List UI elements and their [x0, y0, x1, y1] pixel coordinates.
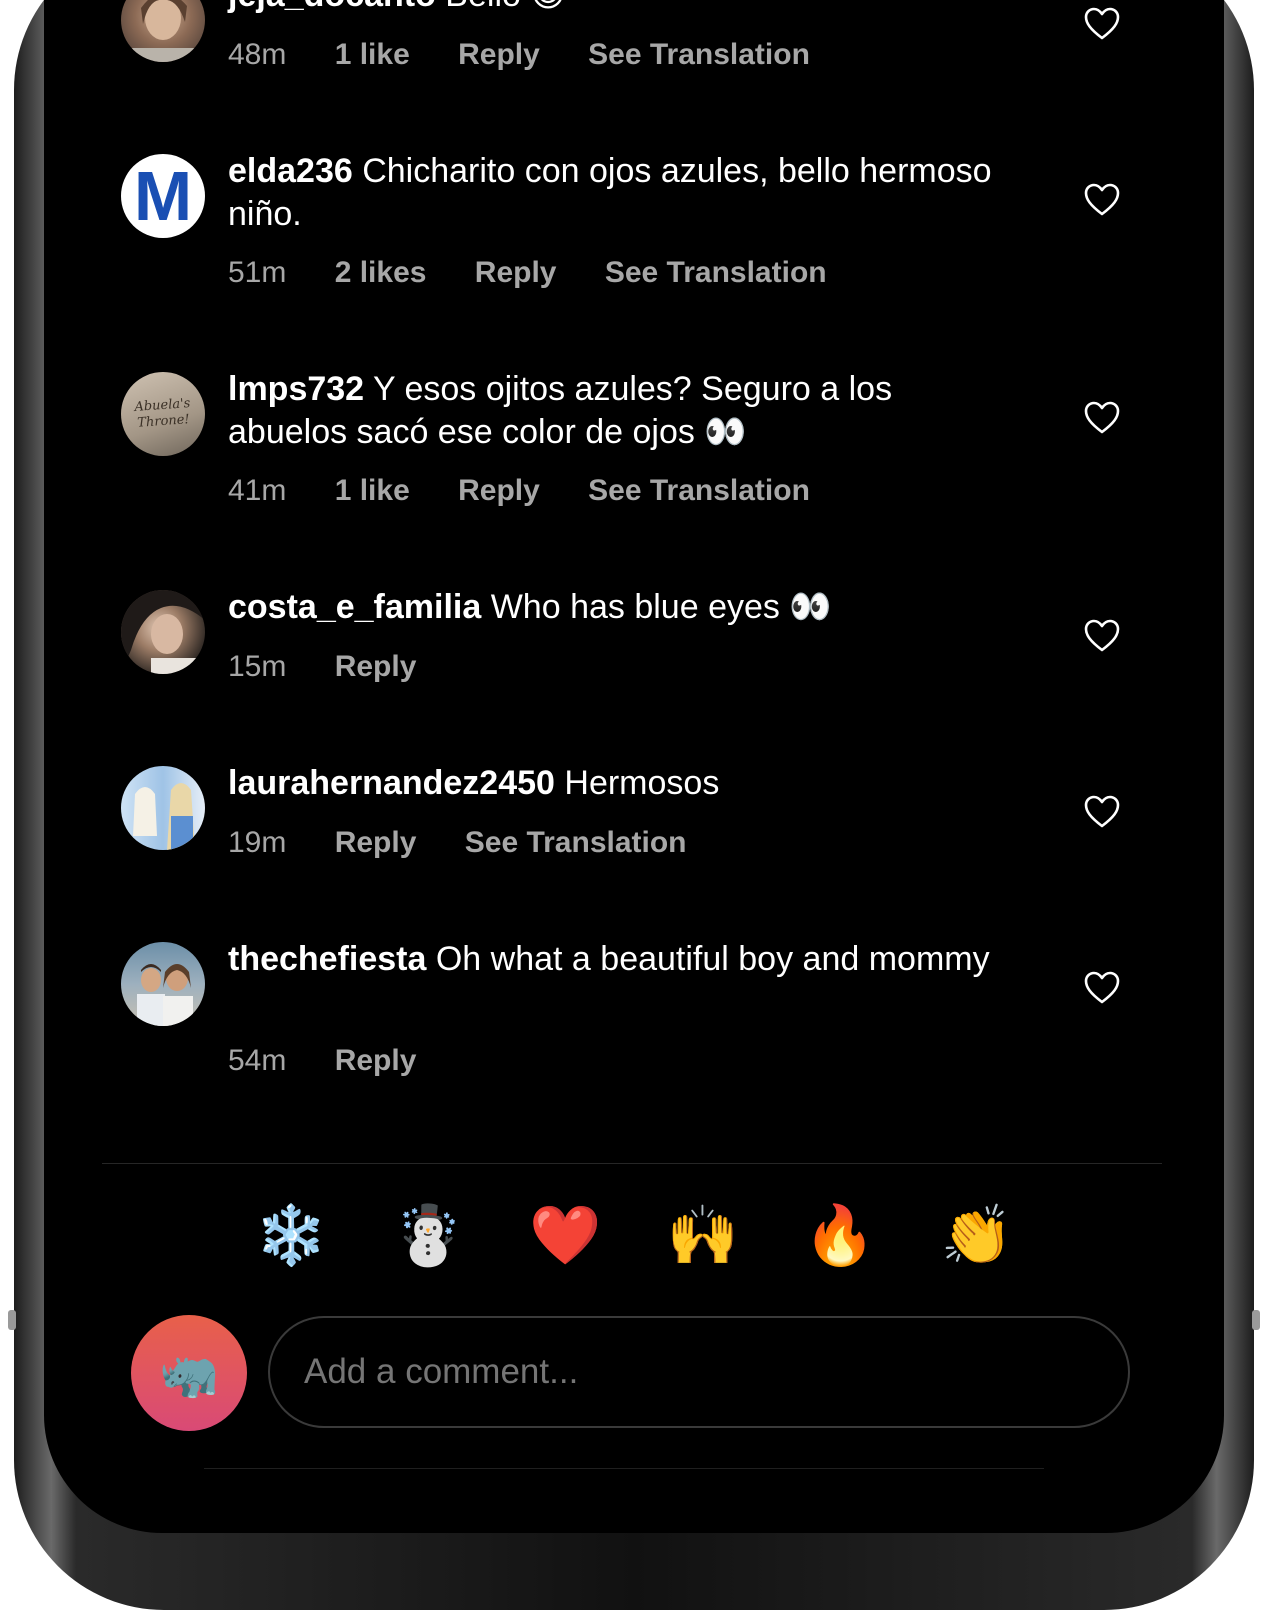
reply-link[interactable]: Reply	[458, 474, 540, 507]
comment-time: 41m	[228, 474, 287, 507]
reply-link[interactable]: Reply	[335, 826, 417, 859]
heart-icon[interactable]	[1084, 795, 1120, 829]
comment-username[interactable]: thechefiesta	[228, 940, 426, 978]
reply-link[interactable]: Reply	[335, 1044, 417, 1077]
heart-icon[interactable]	[1084, 971, 1120, 1005]
comment-text: costa_e_familia Who has blue eyes 👀	[228, 586, 1008, 629]
reaction-clap[interactable]: 👏	[937, 1196, 1017, 1276]
see-translation-link[interactable]: See Translation	[605, 256, 827, 289]
reply-link[interactable]: Reply	[335, 650, 417, 683]
reaction-heart[interactable]: ❤️	[525, 1196, 605, 1276]
my-avatar[interactable]: 🦏	[131, 1315, 247, 1431]
rhino-icon: 🦏	[159, 1347, 219, 1401]
quick-reaction-bar: 😳 ❄️ ☃️ ❤️ 🙌 🔥 👏 😢	[114, 1196, 1154, 1276]
comment-text: elda236 Chicharito con ojos azules, bell…	[228, 150, 1008, 236]
heart-icon[interactable]	[1084, 401, 1120, 435]
comment-username[interactable]: laurahernandez2450	[228, 764, 555, 802]
bottom-edge-line	[204, 1468, 1044, 1469]
comment-input[interactable]	[268, 1316, 1130, 1428]
comment-meta: 41m 1 like Reply See Translation	[228, 474, 850, 508]
see-translation-link[interactable]: See Translation	[588, 38, 810, 71]
comment-meta: 48m 1 like Reply See Translation	[228, 38, 850, 72]
comment-meta: 54m Reply	[228, 1044, 456, 1078]
reaction-snowman[interactable]: ☃️	[388, 1196, 468, 1276]
avatar[interactable]: Abuela's Throne!	[121, 372, 205, 456]
comment-meta: 51m 2 likes Reply See Translation	[228, 256, 867, 290]
avatar-sign: Abuela's Throne!	[133, 396, 191, 431]
comments-screen: jeja_docanto Bello 😍 48m 1 like Reply Se…	[44, 0, 1224, 1533]
avatar-photo	[137, 964, 193, 1026]
comment-username[interactable]: costa_e_familia	[228, 588, 481, 626]
avatar-photo	[121, 590, 205, 674]
comment-text: lmps732 Y esos ojitos azules? Seguro a l…	[228, 368, 1008, 454]
see-translation-link[interactable]: See Translation	[465, 826, 687, 859]
likes-count-link[interactable]: 1 like	[335, 474, 410, 507]
comment-body: Bello	[445, 0, 521, 14]
comment-body: Oh what a beautiful boy and mommy	[435, 940, 990, 978]
reaction-fire[interactable]: 🔥	[800, 1196, 880, 1276]
comment-text: laurahernandez2450 Hermosos	[228, 762, 1008, 805]
phone-screen: jeja_docanto Bello 😍 48m 1 like Reply Se…	[44, 0, 1224, 1533]
reaction-raised-hands[interactable]: 🙌	[663, 1196, 743, 1276]
reply-link[interactable]: Reply	[475, 256, 557, 289]
reaction-flushed[interactable]: 😳	[114, 1196, 194, 1276]
phone-frame: jeja_docanto Bello 😍 48m 1 like Reply Se…	[8, 0, 1260, 1610]
heart-icon[interactable]	[1084, 183, 1120, 217]
comment-time: 48m	[228, 38, 287, 71]
avatar-photo	[133, 783, 195, 850]
reaction-snowflake[interactable]: ❄️	[251, 1196, 331, 1276]
comment-body: Hermosos	[564, 764, 720, 802]
comment-username[interactable]: elda236	[228, 152, 353, 190]
composer-divider	[102, 1163, 1162, 1164]
avatar[interactable]: M	[121, 154, 205, 238]
comment-username[interactable]: jeja_docanto	[228, 0, 436, 14]
comment-emoji: 😍	[530, 0, 565, 14]
comment-time: 54m	[228, 1044, 287, 1077]
side-button-right	[1252, 1310, 1260, 1330]
heart-icon[interactable]	[1084, 619, 1120, 653]
avatar-letter: M	[133, 157, 193, 235]
comment-meta: 15m Reply	[228, 650, 456, 684]
likes-count-link[interactable]: 2 likes	[335, 256, 427, 289]
avatar[interactable]	[121, 0, 205, 62]
comment-emoji: 👀	[789, 588, 832, 626]
comment-body: Who has blue eyes	[490, 588, 780, 626]
likes-count-link[interactable]: 1 like	[335, 38, 410, 71]
avatar[interactable]	[121, 766, 205, 850]
comment-emoji: 👀	[704, 413, 747, 451]
avatar-photo	[121, 0, 205, 62]
comment-meta: 19m Reply See Translation	[228, 826, 727, 860]
avatar[interactable]	[121, 942, 205, 1026]
heart-icon[interactable]	[1084, 7, 1120, 41]
comment-time: 15m	[228, 650, 287, 683]
reaction-crying[interactable]: 😢	[1074, 1196, 1154, 1276]
comment-text: jeja_docanto Bello 😍	[228, 0, 1008, 17]
comment-text: thechefiesta Oh what a beautiful boy and…	[228, 938, 1008, 981]
comment-time: 19m	[228, 826, 287, 859]
side-button-left	[8, 1310, 16, 1330]
comment-username[interactable]: lmps732	[228, 370, 364, 408]
comment-time: 51m	[228, 256, 287, 289]
avatar[interactable]	[121, 590, 205, 674]
reply-link[interactable]: Reply	[458, 38, 540, 71]
see-translation-link[interactable]: See Translation	[588, 474, 810, 507]
